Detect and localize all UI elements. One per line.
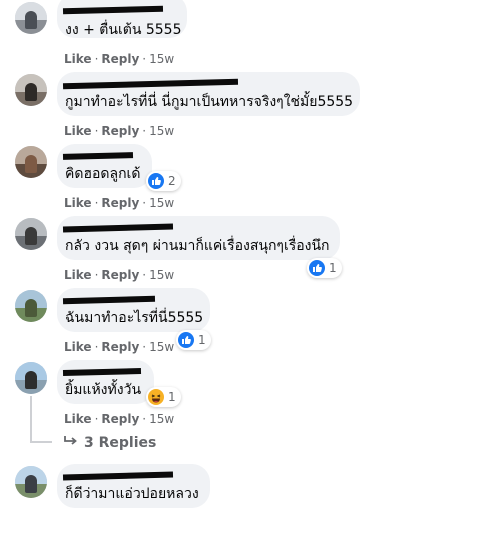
reply-button[interactable]: Reply [101, 268, 139, 282]
reaction-badge[interactable]: 1 [176, 330, 211, 350]
reply-button[interactable]: Reply [101, 196, 139, 210]
timestamp[interactable]: 15w [149, 124, 174, 138]
thread-connector [30, 441, 52, 443]
avatar[interactable] [15, 2, 47, 34]
comment-text: ก็ดีว่ามาแอ่วปอยหลวง [65, 486, 199, 502]
redacted-name [62, 5, 164, 15]
redacted-name [62, 223, 174, 233]
avatar[interactable] [15, 74, 47, 106]
avatar[interactable] [15, 362, 47, 394]
comment-text: งง + ตื่นเต้น 5555 [65, 22, 182, 38]
comment: ก็ดีว่ามาแอ่วปอยหลวง [0, 464, 480, 536]
reply-button[interactable]: Reply [101, 124, 139, 138]
reply-button[interactable]: Reply [101, 412, 139, 426]
like-button[interactable]: Like [64, 268, 92, 282]
reaction-badge[interactable]: 2 [146, 171, 181, 191]
comment: กูมาทำอะไรที่นี่ นี่กูมาเป็นทหารจริงๆใช่… [0, 72, 480, 144]
comment: กลัว งวน สุดๆ ผ่านมาก็แค่เรื่องสนุกๆเรื่… [0, 216, 480, 288]
comment-text: คิดฮอดลูกเด้ [65, 166, 141, 182]
reply-button[interactable]: Reply [101, 340, 139, 354]
redacted-name [62, 295, 156, 305]
reaction-count: 2 [168, 174, 176, 188]
comment-actions: Like · Reply · 15w [64, 52, 175, 66]
comment-actions: Like · Reply · 15w [64, 124, 175, 138]
haha-icon [148, 389, 164, 405]
comment-text: กูมาทำอะไรที่นี่ นี่กูมาเป็นทหารจริงๆใช่… [65, 94, 354, 110]
comment-actions: Like · Reply · 15w [64, 196, 175, 210]
redacted-name [62, 367, 142, 377]
redacted-name [62, 78, 239, 90]
comment-text: กลัว งวน สุดๆ ผ่านมาก็แค่เรื่องสนุกๆเรื่… [65, 238, 330, 254]
view-replies-link[interactable]: 3 Replies [64, 435, 156, 451]
like-button[interactable]: Like [64, 340, 92, 354]
avatar[interactable] [15, 218, 47, 250]
avatar[interactable] [15, 466, 47, 498]
timestamp[interactable]: 15w [149, 340, 174, 354]
thread-connector [30, 396, 32, 442]
comment: ยิ้มแห้งทั้งวัน 1 Like · Reply · 15w [0, 360, 480, 432]
avatar[interactable] [15, 146, 47, 178]
like-button[interactable]: Like [64, 196, 92, 210]
reaction-count: 1 [329, 261, 337, 275]
timestamp[interactable]: 15w [149, 268, 174, 282]
reaction-badge[interactable]: 1 [307, 258, 342, 278]
thumbs-up-icon [148, 173, 164, 189]
timestamp[interactable]: 15w [149, 196, 174, 210]
reply-arrow-icon [64, 435, 78, 451]
reply-button[interactable]: Reply [101, 52, 139, 66]
timestamp[interactable]: 15w [149, 52, 174, 66]
redacted-name [62, 471, 174, 481]
comment: คิดฮอดลูกเด้ 2 Like · Reply · 15w [0, 144, 480, 216]
like-button[interactable]: Like [64, 412, 92, 426]
comment: ฉันมาทำอะไรที่นี่5555 1 Like · Reply · 15w [0, 288, 480, 360]
reaction-count: 1 [168, 390, 176, 404]
redacted-name [62, 152, 134, 160]
timestamp[interactable]: 15w [149, 412, 174, 426]
comment-bubble: กูมาทำอะไรที่นี่ นี่กูมาเป็นทหารจริงๆใช่… [57, 72, 360, 116]
comment-bubble: ก็ดีว่ามาแอ่วปอยหลวง [57, 464, 210, 508]
thumbs-up-icon [178, 332, 194, 348]
comment: งง + ตื่นเต้น 5555 Like · Reply · 15w [0, 0, 480, 72]
like-button[interactable]: Like [64, 52, 92, 66]
comment-bubble: ฉันมาทำอะไรที่นี่5555 [57, 288, 210, 332]
comment-bubble: กลัว งวน สุดๆ ผ่านมาก็แค่เรื่องสนุกๆเรื่… [57, 216, 340, 260]
comment-actions: Like · Reply · 15w [64, 340, 175, 354]
comment-actions: Like · Reply · 15w [64, 412, 175, 426]
comment-bubble: งง + ตื่นเต้น 5555 [57, 0, 187, 38]
comment-text: ยิ้มแห้งทั้งวัน [65, 382, 142, 398]
replies-label: 3 Replies [84, 435, 157, 451]
comment-text: ฉันมาทำอะไรที่นี่5555 [65, 310, 204, 326]
like-button[interactable]: Like [64, 124, 92, 138]
thumbs-up-icon [309, 260, 325, 276]
comment-bubble: คิดฮอดลูกเด้ [57, 144, 152, 188]
reaction-count: 1 [198, 333, 206, 347]
reaction-badge[interactable]: 1 [146, 387, 181, 407]
avatar[interactable] [15, 290, 47, 322]
comment-actions: Like · Reply · 15w [64, 268, 175, 282]
comment-bubble: ยิ้มแห้งทั้งวัน [57, 360, 154, 404]
